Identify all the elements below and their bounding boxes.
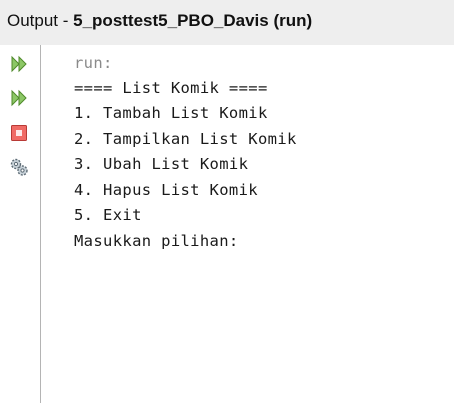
stop-button[interactable] <box>9 123 29 143</box>
console-line-menu-4: 4. Hapus List Komik <box>74 181 258 199</box>
console-output[interactable]: run: ==== List Komik ==== 1. Tambah List… <box>42 45 454 403</box>
console-line-menu-5: 5. Exit <box>74 206 142 224</box>
console-line-menu-3: 3. Ubah List Komik <box>74 155 249 173</box>
console-line-header: ==== List Komik ==== <box>74 79 268 97</box>
console-line-prompt: Masukkan pilihan: <box>74 232 239 250</box>
rerun-with-options-button[interactable] <box>9 88 29 108</box>
output-title-bar: Output - 5_posttest5_PBO_Davis (run) <box>0 0 454 45</box>
settings-button[interactable] <box>9 157 29 177</box>
console-line-menu-2: 2. Tampilkan List Komik <box>74 130 297 148</box>
window-title: Output - 5_posttest5_PBO_Davis (run) <box>7 11 312 31</box>
rerun-button[interactable] <box>9 54 29 74</box>
console-line-menu-1: 1. Tambah List Komik <box>74 104 268 122</box>
stop-icon <box>11 125 27 141</box>
title-project: 5_posttest5_PBO_Davis (run) <box>73 11 313 30</box>
rerun-with-options-icon <box>11 89 27 107</box>
title-prefix: Output - <box>7 11 74 30</box>
settings-icon <box>10 158 28 176</box>
output-toolbar <box>0 45 41 403</box>
rerun-icon <box>11 55 27 73</box>
console-line-run: run: <box>74 54 113 72</box>
